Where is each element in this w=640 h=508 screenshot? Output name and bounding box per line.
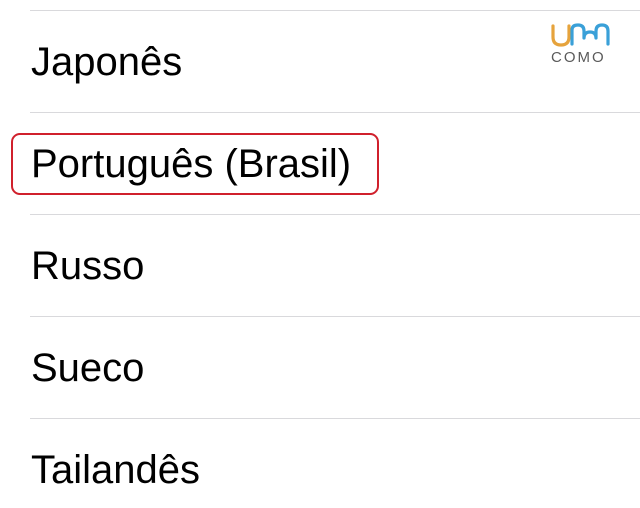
language-label: Tailandês: [31, 448, 201, 492]
highlight-box: [11, 133, 379, 195]
language-label: Russo: [31, 244, 145, 288]
language-label: Sueco: [31, 346, 145, 390]
language-row-russo[interactable]: Russo: [30, 215, 640, 317]
um-como-logo-icon: [551, 23, 610, 47]
language-label: Japonês: [31, 40, 183, 84]
watermark-text: COMO: [551, 49, 606, 66]
language-list-screen: Japonês Português (Brasil) Russo Sueco T…: [0, 0, 640, 508]
language-list: Japonês Português (Brasil) Russo Sueco T…: [0, 11, 640, 508]
language-row-tailandes[interactable]: Tailandês: [30, 419, 640, 508]
um-como-watermark: COMO: [549, 20, 621, 66]
language-row-sueco[interactable]: Sueco: [30, 317, 640, 419]
